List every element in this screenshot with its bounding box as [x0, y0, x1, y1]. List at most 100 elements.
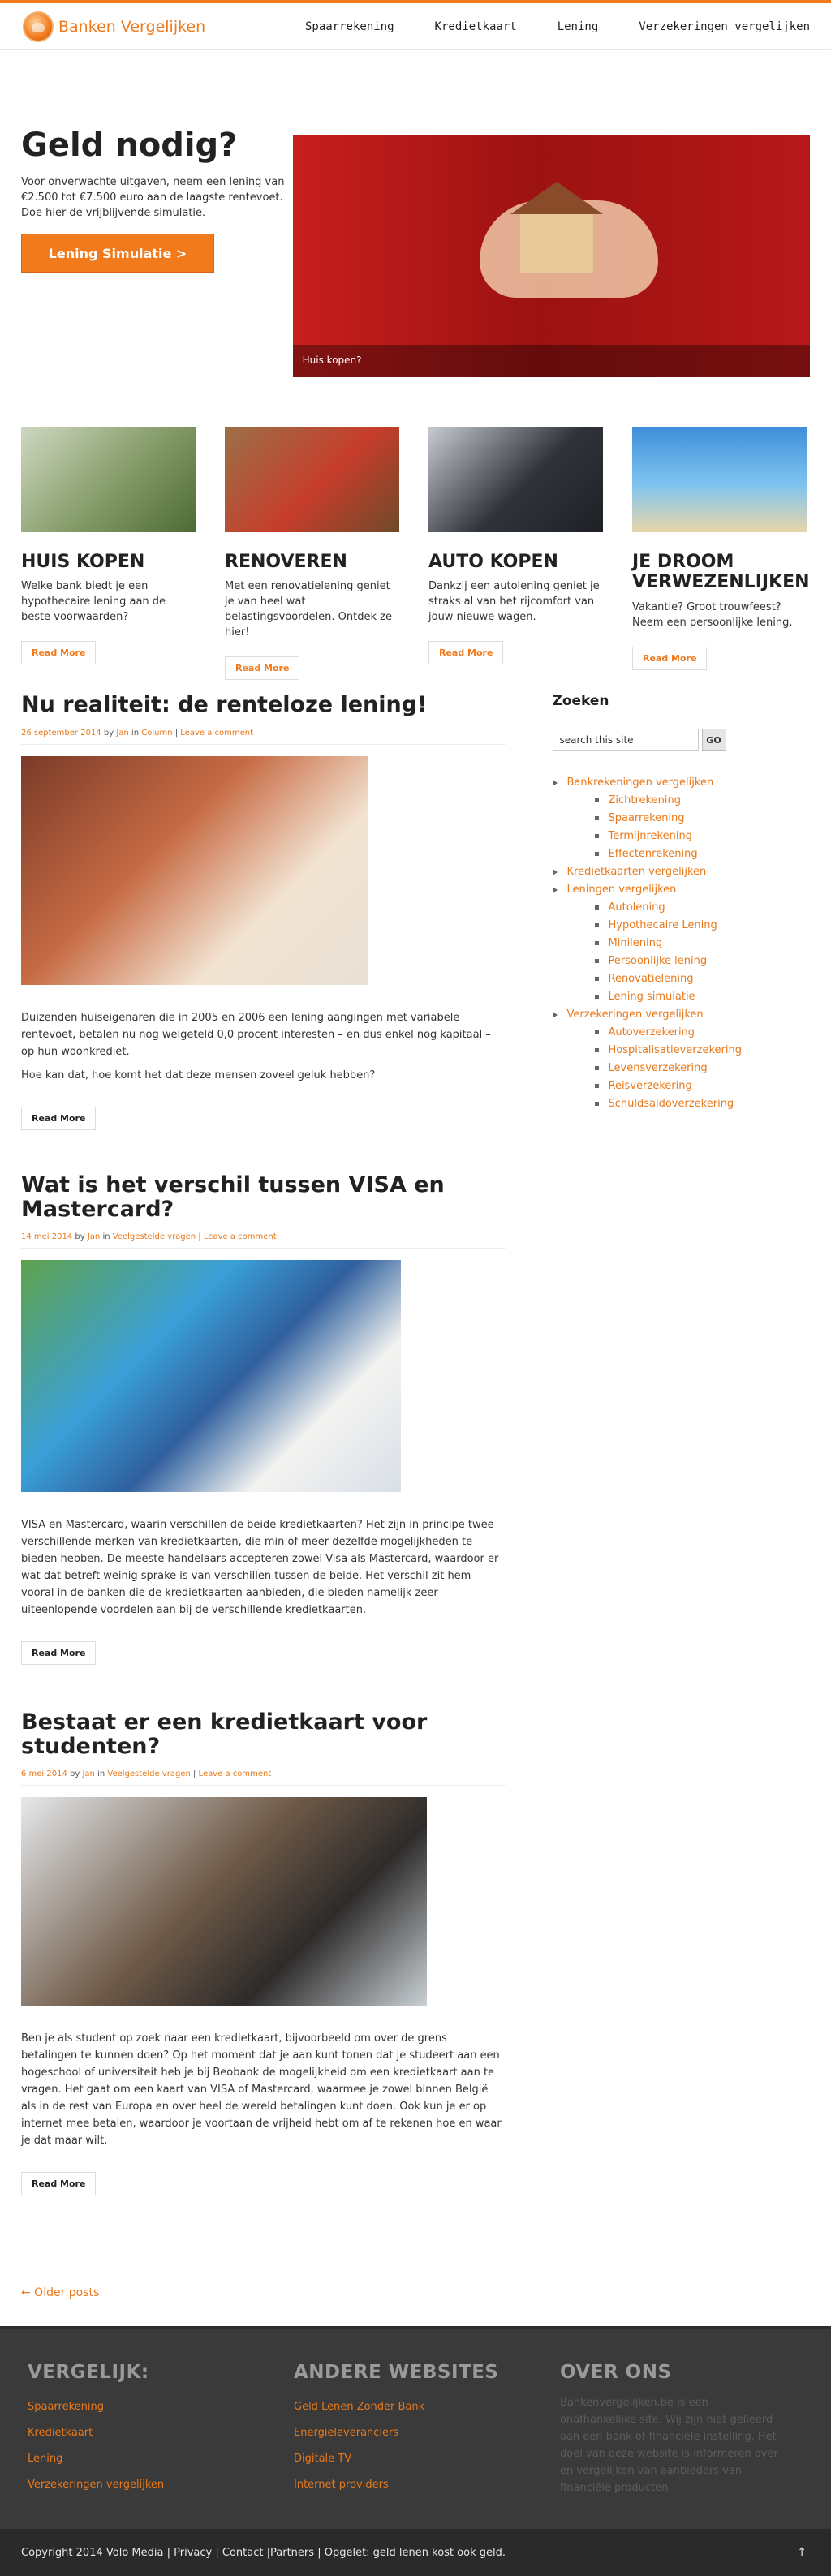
- older-posts-link[interactable]: ← Older posts: [21, 2286, 99, 2299]
- bullet-icon: [594, 1102, 599, 1106]
- post-date[interactable]: 6 mei 2014: [21, 1770, 67, 1778]
- post-image-high-five[interactable]: [21, 755, 368, 985]
- submenu-link[interactable]: Termijnrekening: [609, 828, 692, 845]
- submenu-link[interactable]: Autoverzekering: [609, 1024, 695, 1042]
- search-input[interactable]: [552, 729, 699, 751]
- post-date[interactable]: 26 september 2014: [21, 729, 101, 738]
- submenu-item: Autoverzekering: [594, 1024, 811, 1042]
- submenu-link[interactable]: Hospitalisatieverzekering: [609, 1042, 742, 1060]
- post-author[interactable]: Jan: [116, 729, 128, 738]
- submenu-link[interactable]: Effectenrekening: [609, 845, 698, 863]
- read-more-button[interactable]: Read More: [21, 1641, 97, 1666]
- caret-right-icon: [552, 886, 558, 893]
- site-header: Banken Vergelijken Spaarrekening Krediet…: [0, 3, 831, 50]
- footer-link[interactable]: Lening: [28, 2453, 62, 2465]
- logo-text: Banken Vergelijken: [58, 17, 206, 36]
- privacy-link[interactable]: Privacy: [174, 2547, 212, 2559]
- submenu-link[interactable]: Schuldsaldoverzekering: [609, 1095, 734, 1113]
- submenu-item: Spaarrekening: [594, 810, 811, 828]
- post-author[interactable]: Jan: [88, 1232, 100, 1241]
- caret-right-icon: [552, 779, 558, 786]
- house-icon: [510, 182, 603, 273]
- hero-slider-image[interactable]: Huis kopen?: [292, 135, 810, 377]
- leave-comment-link[interactable]: Leave a comment: [180, 729, 253, 738]
- post-image-credit-cards[interactable]: [21, 1260, 401, 1493]
- nav-item-lening[interactable]: Lening: [558, 20, 599, 33]
- footer-link[interactable]: Geld Lenen Zonder Bank: [294, 2401, 424, 2413]
- post-category[interactable]: Veelgestelde vragen: [107, 1770, 190, 1778]
- footer-links: Spaarrekening Kredietkaart Lening Verzek…: [28, 2394, 247, 2498]
- post-title[interactable]: Bestaat er een kredietkaart voor student…: [21, 1710, 506, 1759]
- leave-comment-link[interactable]: Leave a comment: [199, 1770, 272, 1778]
- feature-image-beach[interactable]: [632, 427, 807, 532]
- leave-comment-link[interactable]: Leave a comment: [204, 1232, 277, 1241]
- read-more-button[interactable]: Read More: [225, 656, 300, 681]
- submenu-link[interactable]: Zichtrekening: [609, 792, 681, 810]
- read-more-button[interactable]: Read More: [632, 646, 708, 670]
- main-area: Nu realiteit: de renteloze lening! 26 se…: [0, 693, 831, 2326]
- read-more-button[interactable]: Read More: [428, 641, 504, 665]
- menu-link[interactable]: Kredietkaarten vergelijken: [567, 866, 707, 878]
- search-widget-title: Zoeken: [552, 693, 609, 709]
- feature-image-house-keys[interactable]: [21, 427, 196, 532]
- submenu-link[interactable]: Minilening: [609, 935, 663, 953]
- post-image-student-card[interactable]: [21, 1797, 427, 2006]
- post-date[interactable]: 14 mei 2014: [21, 1232, 72, 1241]
- post-category[interactable]: Veelgestelde vragen: [113, 1232, 196, 1241]
- footer-link[interactable]: Spaarrekening: [28, 2401, 104, 2413]
- submenu-link[interactable]: Lening simulatie: [609, 988, 695, 1006]
- footer-heading: VERGELIJK:: [28, 2362, 149, 2383]
- post-paragraph: VISA en Mastercard, waarin verschillen d…: [21, 1519, 499, 1617]
- caret-right-icon: [552, 1011, 558, 1018]
- footer-link[interactable]: Internet providers: [294, 2479, 389, 2491]
- site-footer: VERGELIJK: Spaarrekening Kredietkaart Le…: [0, 2326, 831, 2529]
- submenu-item: Termijnrekening: [594, 828, 811, 845]
- menu-link[interactable]: Leningen vergelijken: [567, 884, 677, 896]
- feature-image-car[interactable]: [428, 427, 603, 532]
- submenu: Autoverzekering Hospitalisatieverzekerin…: [553, 1024, 811, 1113]
- footer-link[interactable]: Digitale TV: [294, 2453, 351, 2465]
- feature-title: JE DROOM VERWEZENLIJKEN: [632, 552, 810, 593]
- submenu-link[interactable]: Reisverzekering: [609, 1077, 692, 1095]
- menu-link[interactable]: Verzekeringen vergelijken: [567, 1008, 704, 1021]
- post-title[interactable]: Wat is het verschil tussen VISA en Maste…: [21, 1173, 506, 1222]
- bullet-icon: [594, 941, 599, 945]
- nav-item-verzekeringen[interactable]: Verzekeringen vergelijken: [639, 20, 810, 33]
- footer-link[interactable]: Verzekeringen vergelijken: [28, 2479, 164, 2491]
- nav-item-kredietkaart[interactable]: Kredietkaart: [435, 20, 517, 33]
- footer-link[interactable]: Energieleveranciers: [294, 2427, 398, 2439]
- partners-link[interactable]: Partners: [270, 2547, 314, 2559]
- post-category[interactable]: Column: [141, 729, 172, 738]
- submenu-link[interactable]: Persoonlijke lening: [609, 953, 708, 970]
- submenu-link[interactable]: Spaarrekening: [609, 810, 685, 828]
- bullet-icon: [594, 1084, 599, 1088]
- submenu-item: Persoonlijke lening: [594, 953, 811, 970]
- lening-simulatie-button[interactable]: Lening Simulatie >: [21, 234, 214, 273]
- post-title[interactable]: Nu realiteit: de renteloze lening!: [21, 693, 506, 717]
- feature-image-renovation[interactable]: [225, 427, 399, 532]
- menu-link[interactable]: Bankrekeningen vergelijken: [567, 776, 714, 789]
- contact-link[interactable]: Contact: [222, 2547, 264, 2559]
- submenu-link[interactable]: Autolening: [609, 899, 665, 917]
- scroll-top-icon[interactable]: ↑: [797, 2546, 807, 2559]
- submenu-link[interactable]: Renovatielening: [609, 970, 694, 988]
- nav-item-spaarrekening[interactable]: Spaarrekening: [305, 20, 394, 33]
- submenu-link[interactable]: Hypothecaire Lening: [609, 917, 717, 935]
- features-row: HUIS KOPEN Welke bank biedt je een hypot…: [0, 385, 831, 693]
- bottom-bar: Copyright 2014 Volo Media | Privacy | Co…: [0, 2529, 831, 2576]
- feature-huis-kopen: HUIS KOPEN Welke bank biedt je een hypot…: [21, 427, 196, 693]
- feature-text: Dankzij een autolening geniet je straks …: [428, 580, 600, 624]
- post-author[interactable]: Jan: [82, 1770, 94, 1778]
- feature-text: Welke bank biedt je een hypothecaire len…: [21, 580, 166, 624]
- submenu-link[interactable]: Levensverzekering: [609, 1060, 708, 1077]
- search-go-button[interactable]: GO: [701, 729, 726, 751]
- older-posts-nav: ← Older posts: [21, 2286, 506, 2299]
- read-more-button[interactable]: Read More: [21, 641, 97, 665]
- footer-col-vergelijk: VERGELIJK: Spaarrekening Kredietkaart Le…: [28, 2362, 247, 2529]
- read-more-button[interactable]: Read More: [21, 2172, 97, 2196]
- site-logo[interactable]: Banken Vergelijken: [23, 11, 205, 42]
- footer-link[interactable]: Kredietkaart: [28, 2427, 93, 2439]
- read-more-button[interactable]: Read More: [21, 1106, 97, 1130]
- company-link[interactable]: Volo Media: [106, 2547, 164, 2559]
- bullet-icon: [594, 995, 599, 999]
